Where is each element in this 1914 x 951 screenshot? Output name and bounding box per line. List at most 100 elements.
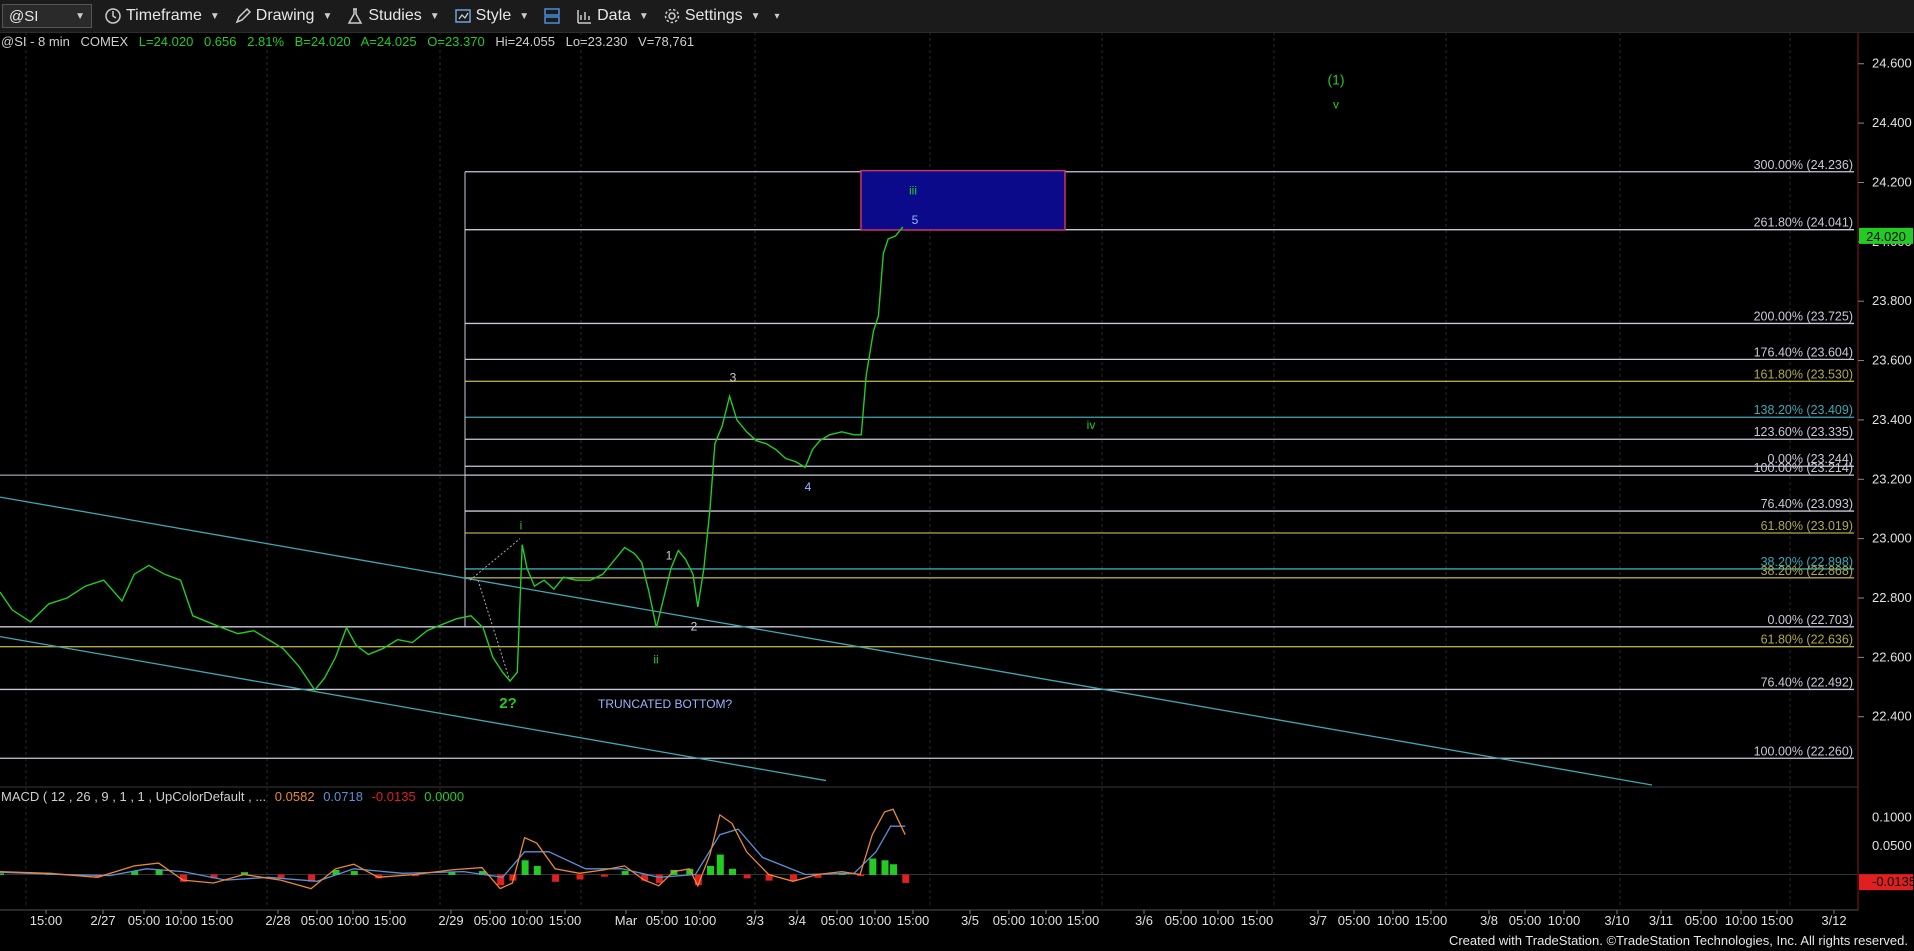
macd-histogram-bar: [533, 865, 541, 875]
fib-level-label: 261.80% (24.041): [1754, 216, 1853, 230]
time-tick-label: 05:00: [1509, 913, 1542, 928]
timeframe-menu[interactable]: Timeframe ▼: [104, 7, 220, 25]
price-tick-label: 24.400: [1872, 115, 1912, 130]
macd-histogram-bar: [743, 874, 751, 879]
drawing-menu[interactable]: Drawing ▼: [234, 7, 332, 25]
fib-level-label: 138.20% (23.409): [1754, 403, 1853, 417]
studies-label: Studies: [368, 7, 422, 24]
time-tick-label: 05:00: [1685, 913, 1718, 928]
settings-label: Settings: [684, 7, 743, 24]
time-tick-label: 05:00: [993, 913, 1026, 928]
time-tick-label: 10:00: [1202, 913, 1235, 928]
symbol-selector[interactable]: @SI ▼: [2, 4, 92, 28]
chevron-down-icon: ▼: [429, 10, 440, 22]
time-tick-label: 05:00: [1165, 913, 1198, 928]
time-tick-label: 10:00: [337, 913, 370, 928]
macd-histogram-bar: [869, 858, 877, 875]
macd-histogram-bar: [881, 860, 889, 875]
time-tick-label: 10:00: [511, 913, 544, 928]
last-price: L=24.020: [138, 34, 194, 49]
time-tick-label: 05:00: [301, 913, 334, 928]
price-tick-label: 22.400: [1872, 709, 1912, 724]
time-tick-label: 2/29: [438, 913, 463, 928]
chevron-down-icon: ▾: [774, 10, 780, 22]
wave-label: 3: [730, 370, 737, 384]
chevron-down-icon: ▼: [75, 10, 85, 22]
price-tick-label: 22.800: [1872, 590, 1912, 605]
time-tick-label: 3/10: [1604, 913, 1629, 928]
studies-menu[interactable]: Studies ▼: [346, 7, 440, 25]
wave-label: 4: [805, 480, 812, 494]
time-tick-label: 15:00: [897, 913, 930, 928]
quote-line: @SI - 8 min COMEX L=24.020 0.656 2.81% B…: [1, 34, 701, 49]
time-tick-label: 15:00: [201, 913, 234, 928]
layout-button[interactable]: [543, 7, 561, 25]
wave-label: 1: [666, 548, 673, 562]
wave-label: 2?: [499, 695, 517, 712]
time-tick-label: 10:00: [1377, 913, 1410, 928]
wave-label: 2: [691, 620, 698, 634]
time-tick-label: 05:00: [646, 913, 679, 928]
time-tick-label: 3/12: [1821, 913, 1846, 928]
time-tick-label: 15:00: [30, 913, 63, 928]
price-tick-label: 23.600: [1872, 353, 1912, 368]
time-tick-label: 10:00: [1030, 913, 1063, 928]
macd-histogram-bar: [890, 864, 898, 875]
macd-histogram-bar: [790, 874, 797, 881]
macd-histogram-bar: [350, 871, 358, 875]
volume: V=78,761: [638, 34, 695, 49]
zero-value: 0.0000: [424, 789, 465, 804]
open-price: O=23.370: [427, 34, 485, 49]
signal-value: 0.0718: [323, 789, 363, 804]
style-menu[interactable]: Style ▼: [454, 7, 529, 25]
exchange-name: COMEX: [80, 34, 129, 49]
data-label: Data: [597, 7, 631, 24]
wave-label: 5: [912, 213, 919, 227]
time-tick-label: 15:00: [374, 913, 407, 928]
time-tick-label: 05:00: [128, 913, 161, 928]
price-tick-label: 23.400: [1872, 412, 1912, 427]
drawing-label: Drawing: [255, 7, 315, 24]
data-menu[interactable]: Data ▼: [575, 7, 649, 25]
macd-histogram-bar: [707, 865, 715, 875]
time-tick-label: 2/27: [90, 913, 115, 928]
macd-histogram-bar: [0, 873, 4, 875]
pencil-icon: [235, 7, 251, 24]
price-tick-label: 24.600: [1872, 56, 1912, 71]
macd-histogram-bar: [277, 874, 285, 878]
macd-histogram-bar: [655, 874, 663, 883]
macd-histogram-bar: [902, 874, 910, 883]
macd-histogram-bar: [576, 874, 584, 880]
macd-name: MACD ( 12 , 26 , 9 , 1 , 1 , UpColorDefa…: [1, 789, 267, 804]
fib-level-label: 100.00% (22.260): [1754, 744, 1853, 758]
macd-value: 0.0582: [274, 789, 315, 804]
chart-area[interactable]: 24.60024.40024.20024.00023.80023.60023.4…: [0, 0, 1914, 951]
macd-tick-label: 0.1000: [1872, 810, 1912, 825]
price-tick-label: 23.000: [1872, 531, 1912, 546]
macd-histogram-bar: [716, 854, 724, 875]
settings-menu[interactable]: Settings ▼ ▾: [663, 7, 780, 25]
time-tick-label: 10:00: [1548, 913, 1581, 928]
flask-icon: [348, 8, 363, 24]
wave-label: i: [520, 519, 523, 533]
macd-tick-label: -0.0135: [1872, 874, 1914, 889]
bid-price: B=24.020: [294, 34, 351, 49]
diff-value: -0.0135: [371, 789, 416, 804]
toolbar: @SI ▼ Timeframe ▼ Drawing ▼ Studies ▼ St…: [0, 0, 1914, 33]
time-tick-label: 3/8: [1480, 913, 1498, 928]
fib-level-label: 176.40% (23.604): [1754, 345, 1853, 359]
bar-chart-icon: [577, 10, 592, 24]
wave-label: (1): [1327, 72, 1344, 88]
target-box: [860, 169, 1066, 231]
timeframe-label: Timeframe: [126, 7, 202, 24]
price-tick-label: 22.600: [1872, 649, 1912, 664]
style-label: Style: [475, 7, 512, 24]
time-tick-label: 10:00: [684, 913, 717, 928]
wave-label: ii: [653, 652, 658, 666]
time-tick-label: 10:00: [859, 913, 892, 928]
last-price-label: 24.020: [1866, 229, 1906, 244]
time-tick-label: 3/7: [1309, 913, 1327, 928]
macd-histogram-bar: [521, 860, 529, 875]
wave-label: iii: [909, 183, 917, 197]
annotation-label: TRUNCATED BOTTOM?: [598, 697, 733, 711]
